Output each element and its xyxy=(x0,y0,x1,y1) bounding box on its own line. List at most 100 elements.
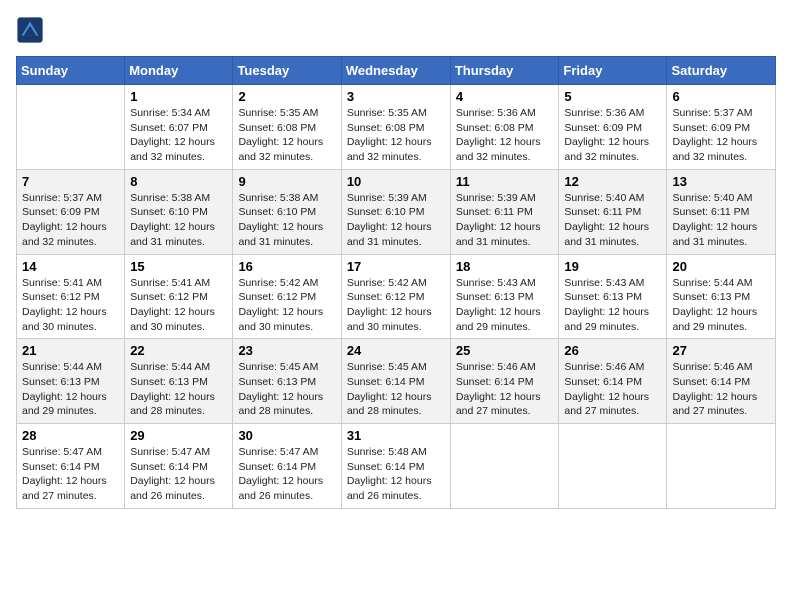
weekday-header-row: SundayMondayTuesdayWednesdayThursdayFrid… xyxy=(17,57,776,85)
day-info: Sunrise: 5:43 AMSunset: 6:13 PMDaylight:… xyxy=(564,276,661,335)
weekday-header-sunday: Sunday xyxy=(17,57,125,85)
day-cell: 7 Sunrise: 5:37 AMSunset: 6:09 PMDaylight… xyxy=(17,169,125,254)
day-cell xyxy=(17,85,125,170)
weekday-header-wednesday: Wednesday xyxy=(341,57,450,85)
day-cell: 18 Sunrise: 5:43 AMSunset: 6:13 PMDayligh… xyxy=(450,254,559,339)
day-info: Sunrise: 5:48 AMSunset: 6:14 PMDaylight:… xyxy=(347,445,445,504)
day-number: 20 xyxy=(672,259,770,274)
day-info: Sunrise: 5:40 AMSunset: 6:11 PMDaylight:… xyxy=(564,191,661,250)
day-info: Sunrise: 5:36 AMSunset: 6:08 PMDaylight:… xyxy=(456,106,554,165)
day-number: 22 xyxy=(130,343,227,358)
day-info: Sunrise: 5:36 AMSunset: 6:09 PMDaylight:… xyxy=(564,106,661,165)
day-number: 10 xyxy=(347,174,445,189)
day-cell: 21Sunrise: 5:44 AMSunset: 6:13 PMDayligh… xyxy=(17,339,125,424)
day-number: 12 xyxy=(564,174,661,189)
day-info: Sunrise: 5:47 AMSunset: 6:14 PMDaylight:… xyxy=(238,445,335,504)
day-cell: 16 Sunrise: 5:42 AMSunset: 6:12 PMDayligh… xyxy=(233,254,341,339)
day-info: Sunrise: 5:47 AMSunset: 6:14 PMDaylight:… xyxy=(22,445,119,504)
day-cell: 4 Sunrise: 5:36 AMSunset: 6:08 PMDaylight… xyxy=(450,85,559,170)
day-info: Sunrise: 5:38 AMSunset: 6:10 PMDaylight:… xyxy=(130,191,227,250)
day-cell: 14 Sunrise: 5:41 AMSunset: 6:12 PMDayligh… xyxy=(17,254,125,339)
day-number: 7 xyxy=(22,174,119,189)
day-number: 15 xyxy=(130,259,227,274)
day-cell: 10 Sunrise: 5:39 AMSunset: 6:10 PMDayligh… xyxy=(341,169,450,254)
day-number: 4 xyxy=(456,89,554,104)
weekday-header-tuesday: Tuesday xyxy=(233,57,341,85)
day-info: Sunrise: 5:41 AMSunset: 6:12 PMDaylight:… xyxy=(130,276,227,335)
day-info: Sunrise: 5:39 AMSunset: 6:11 PMDaylight:… xyxy=(456,191,554,250)
day-info: Sunrise: 5:37 AMSunset: 6:09 PMDaylight:… xyxy=(672,106,770,165)
day-info: Sunrise: 5:37 AMSunset: 6:09 PMDaylight:… xyxy=(22,191,119,250)
weekday-header-friday: Friday xyxy=(559,57,667,85)
day-info: Sunrise: 5:35 AMSunset: 6:08 PMDaylight:… xyxy=(347,106,445,165)
day-number: 23 xyxy=(238,343,335,358)
page-header xyxy=(16,16,776,44)
day-number: 3 xyxy=(347,89,445,104)
day-info: Sunrise: 5:47 AMSunset: 6:14 PMDaylight:… xyxy=(130,445,227,504)
day-number: 21 xyxy=(22,343,119,358)
day-cell xyxy=(450,424,559,509)
day-number: 17 xyxy=(347,259,445,274)
week-row-2: 7 Sunrise: 5:37 AMSunset: 6:09 PMDaylight… xyxy=(17,169,776,254)
day-cell: 9Sunrise: 5:38 AMSunset: 6:10 PMDaylight… xyxy=(233,169,341,254)
day-cell: 6 Sunrise: 5:37 AMSunset: 6:09 PMDaylight… xyxy=(667,85,776,170)
week-row-4: 21 Sunrise: 5:44 AMSunset: 6:13 PMDayligh… xyxy=(17,339,776,424)
weekday-header-saturday: Saturday xyxy=(667,57,776,85)
day-cell: 15 Sunrise: 5:41 AMSunset: 6:12 PMDayligh… xyxy=(125,254,233,339)
day-number: 16 xyxy=(238,259,335,274)
day-cell: 1 Sunrise: 5:34 AMSunset: 6:07 PMDaylight… xyxy=(125,85,233,170)
day-cell: 26 Sunrise: 5:46 AMSunset: 6:14 PMDayligh… xyxy=(559,339,667,424)
week-row-5: 28Sunrise: 5:47 AMSunset: 6:14 PMDayligh… xyxy=(17,424,776,509)
day-number: 29 xyxy=(130,428,227,443)
day-cell: 11 Sunrise: 5:39 AMSunset: 6:11 PMDayligh… xyxy=(450,169,559,254)
day-cell: 13Sunrise: 5:40 AMSunset: 6:11 PMDayligh… xyxy=(667,169,776,254)
logo-icon xyxy=(16,16,44,44)
day-cell xyxy=(667,424,776,509)
day-info: Sunrise: 5:42 AMSunset: 6:12 PMDaylight:… xyxy=(347,276,445,335)
day-info: Sunrise: 5:45 AMSunset: 6:13 PMDaylight:… xyxy=(238,360,335,419)
day-number: 1 xyxy=(130,89,227,104)
day-cell: 8 Sunrise: 5:38 AMSunset: 6:10 PMDaylight… xyxy=(125,169,233,254)
day-cell xyxy=(559,424,667,509)
day-cell: 2 Sunrise: 5:35 AMSunset: 6:08 PMDaylight… xyxy=(233,85,341,170)
day-info: Sunrise: 5:46 AMSunset: 6:14 PMDaylight:… xyxy=(564,360,661,419)
day-number: 14 xyxy=(22,259,119,274)
week-row-3: 14 Sunrise: 5:41 AMSunset: 6:12 PMDayligh… xyxy=(17,254,776,339)
day-cell: 24Sunrise: 5:45 AMSunset: 6:14 PMDayligh… xyxy=(341,339,450,424)
day-cell: 19 Sunrise: 5:43 AMSunset: 6:13 PMDayligh… xyxy=(559,254,667,339)
day-number: 18 xyxy=(456,259,554,274)
day-info: Sunrise: 5:46 AMSunset: 6:14 PMDaylight:… xyxy=(672,360,770,419)
day-cell: 29 Sunrise: 5:47 AMSunset: 6:14 PMDayligh… xyxy=(125,424,233,509)
weekday-header-thursday: Thursday xyxy=(450,57,559,85)
day-info: Sunrise: 5:43 AMSunset: 6:13 PMDaylight:… xyxy=(456,276,554,335)
day-info: Sunrise: 5:41 AMSunset: 6:12 PMDaylight:… xyxy=(22,276,119,335)
day-number: 31 xyxy=(347,428,445,443)
day-cell: 12 Sunrise: 5:40 AMSunset: 6:11 PMDayligh… xyxy=(559,169,667,254)
week-row-1: 1 Sunrise: 5:34 AMSunset: 6:07 PMDaylight… xyxy=(17,85,776,170)
day-number: 26 xyxy=(564,343,661,358)
day-cell: 30 Sunrise: 5:47 AMSunset: 6:14 PMDayligh… xyxy=(233,424,341,509)
weekday-header-monday: Monday xyxy=(125,57,233,85)
day-info: Sunrise: 5:39 AMSunset: 6:10 PMDaylight:… xyxy=(347,191,445,250)
logo xyxy=(16,16,48,44)
day-number: 5 xyxy=(564,89,661,104)
day-number: 2 xyxy=(238,89,335,104)
day-number: 8 xyxy=(130,174,227,189)
day-number: 11 xyxy=(456,174,554,189)
day-number: 6 xyxy=(672,89,770,104)
day-info: Sunrise: 5:34 AMSunset: 6:07 PMDaylight:… xyxy=(130,106,227,165)
day-cell: 17 Sunrise: 5:42 AMSunset: 6:12 PMDayligh… xyxy=(341,254,450,339)
calendar-table: SundayMondayTuesdayWednesdayThursdayFrid… xyxy=(16,56,776,509)
day-info: Sunrise: 5:44 AMSunset: 6:13 PMDaylight:… xyxy=(130,360,227,419)
day-cell: 27Sunrise: 5:46 AMSunset: 6:14 PMDayligh… xyxy=(667,339,776,424)
day-cell: 25Sunrise: 5:46 AMSunset: 6:14 PMDayligh… xyxy=(450,339,559,424)
day-cell: 3 Sunrise: 5:35 AMSunset: 6:08 PMDaylight… xyxy=(341,85,450,170)
day-cell: 5 Sunrise: 5:36 AMSunset: 6:09 PMDaylight… xyxy=(559,85,667,170)
day-info: Sunrise: 5:46 AMSunset: 6:14 PMDaylight:… xyxy=(456,360,554,419)
day-number: 19 xyxy=(564,259,661,274)
day-info: Sunrise: 5:42 AMSunset: 6:12 PMDaylight:… xyxy=(238,276,335,335)
day-number: 30 xyxy=(238,428,335,443)
day-info: Sunrise: 5:35 AMSunset: 6:08 PMDaylight:… xyxy=(238,106,335,165)
day-cell: 31 Sunrise: 5:48 AMSunset: 6:14 PMDayligh… xyxy=(341,424,450,509)
day-info: Sunrise: 5:44 AMSunset: 6:13 PMDaylight:… xyxy=(672,276,770,335)
